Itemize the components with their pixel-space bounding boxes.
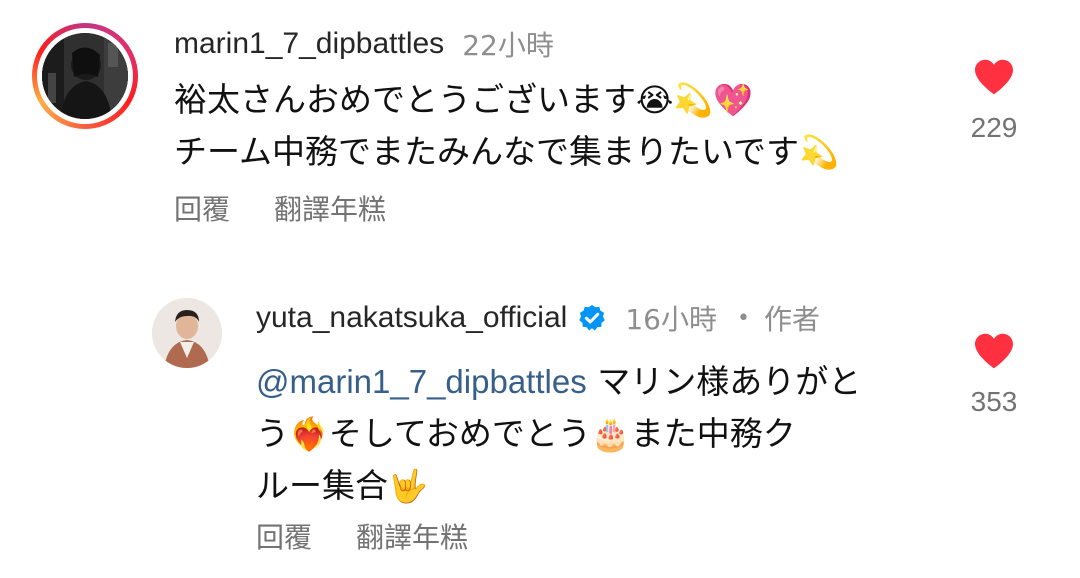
heart-icon[interactable] bbox=[973, 332, 1015, 370]
comment-actions: 回覆 翻譯年糕 bbox=[256, 516, 468, 556]
separator-dot: • bbox=[736, 305, 750, 331]
comment-line: @marin1_7_dipbattles マリン様ありがと bbox=[256, 356, 936, 408]
mention-link[interactable]: @marin1_7_dipbattles bbox=[256, 363, 587, 400]
avatar[interactable] bbox=[152, 298, 222, 368]
comment-meta: yuta_nakatsuka_official 16小時 • 作者 bbox=[256, 298, 820, 338]
reply-comment-item: yuta_nakatsuka_official 16小時 • 作者 @marin… bbox=[0, 280, 1080, 578]
comment-line-text: マリン様ありがと bbox=[586, 362, 862, 401]
emoji-birthday-cake: 🎂 bbox=[590, 415, 631, 453]
verified-badge-icon bbox=[579, 304, 606, 331]
reply-button[interactable]: 回覆 bbox=[256, 516, 312, 556]
comment-line-text: 裕太さんおめでとうございます bbox=[174, 80, 636, 119]
avatar-photo bbox=[42, 33, 128, 119]
comment-line: 裕太さんおめでとうございます😭💫💖 bbox=[174, 74, 934, 126]
like-count: 353 bbox=[970, 386, 1018, 417]
comment-actions: 回覆 翻譯年糕 bbox=[174, 188, 386, 228]
username[interactable]: yuta_nakatsuka_official bbox=[256, 301, 567, 335]
comment-meta: marin1_7_dipbattles 22小時 bbox=[174, 24, 554, 64]
translate-button[interactable]: 翻譯年糕 bbox=[356, 516, 468, 556]
like-section: 353 bbox=[954, 332, 1034, 418]
emoji-love-you-gesture: 🤟 bbox=[388, 467, 428, 505]
comment-line: チーム中務でまたみんなで集まりたいです💫 bbox=[174, 126, 934, 178]
comment-text: @marin1_7_dipbattles マリン様ありがと う❤️‍🔥そしておめ… bbox=[256, 356, 936, 512]
author-label: 作者 bbox=[763, 303, 820, 336]
comment-line-text: また中務ク bbox=[630, 414, 796, 453]
emoji-crying-dizzy-sparkling-heart: 😭💫💖 bbox=[636, 81, 754, 119]
avatar[interactable] bbox=[42, 33, 128, 119]
comment-text: 裕太さんおめでとうございます😭💫💖 チーム中務でまたみんなで集まりたいです💫 bbox=[174, 74, 934, 178]
comment-item: marin1_7_dipbattles 22小時 裕太さんおめでとうございます😭… bbox=[0, 0, 1080, 260]
emoji-dizzy: 💫 bbox=[799, 133, 839, 171]
comment-time: 22小時 bbox=[462, 29, 554, 62]
comment-line-text: そしておめでとう bbox=[328, 414, 591, 453]
comment-line-text: ルー集合 bbox=[256, 466, 388, 505]
emoji-heart-on-fire: ❤️‍🔥 bbox=[289, 415, 329, 453]
like-count: 229 bbox=[970, 112, 1018, 143]
username[interactable]: marin1_7_dipbattles bbox=[174, 27, 444, 61]
heart-icon[interactable] bbox=[973, 58, 1015, 96]
comment-line: う❤️‍🔥そしておめでとう🎂また中務ク bbox=[256, 408, 936, 460]
comment-time: 16小時 bbox=[625, 303, 717, 336]
comment-line-text: チーム中務でまたみんなで集まりたいです bbox=[174, 132, 800, 171]
reply-button[interactable]: 回覆 bbox=[174, 188, 230, 228]
comment-line-text: う bbox=[256, 414, 289, 453]
avatar-story-ring[interactable] bbox=[32, 23, 138, 129]
avatar-photo bbox=[152, 298, 222, 368]
translate-button[interactable]: 翻譯年糕 bbox=[274, 188, 386, 228]
avatar-border bbox=[37, 28, 133, 124]
like-section: 229 bbox=[954, 58, 1034, 144]
comment-line: ルー集合🤟 bbox=[256, 460, 936, 512]
